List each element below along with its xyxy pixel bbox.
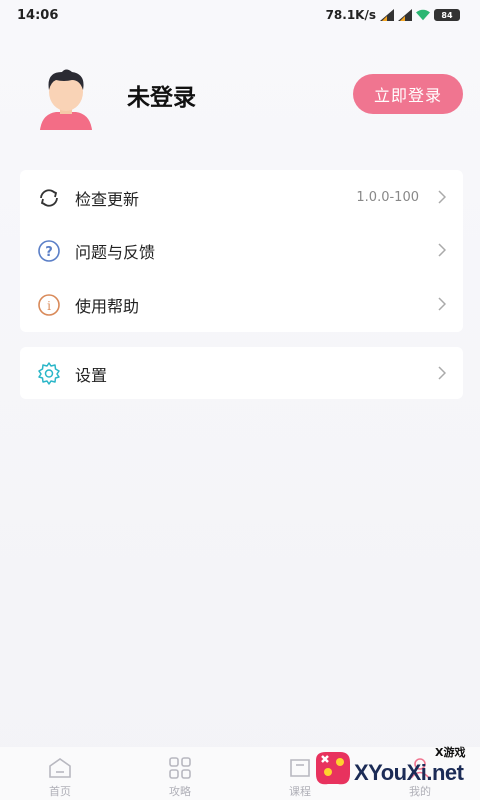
book-icon [290, 759, 310, 777]
menu-item-settings[interactable]: 设置 [20, 347, 463, 400]
tab-label: 首页 [49, 785, 71, 798]
login-button[interactable]: 立即登录 [353, 74, 463, 114]
menu-item-label: 使用帮助 [75, 296, 140, 316]
watermark: X游戏 XYouXi.net [312, 742, 480, 800]
watermark-site: XYouXi.net [354, 760, 464, 785]
info-icon: i [38, 294, 60, 316]
avatar[interactable] [36, 68, 96, 130]
watermark-small-text: X游戏 [435, 746, 466, 759]
status-indicators: 78.1K/s 84 [326, 8, 460, 22]
svg-text:i: i [47, 299, 51, 313]
signal-icon [380, 9, 394, 21]
tab-label: 攻略 [169, 785, 191, 798]
tab-label: 课程 [289, 785, 311, 798]
status-bar: 14:06 78.1K/s 84 [0, 0, 480, 32]
tab-home[interactable]: 首页 [30, 755, 90, 799]
menu-item-help[interactable]: i 使用帮助 [20, 278, 463, 331]
refresh-icon [40, 189, 58, 207]
menu-card: 检查更新 1.0.0-100 ? 问题与反馈 i 使用帮助 [20, 170, 463, 332]
chevron-right-icon [438, 297, 446, 311]
gamepad-logo-icon [316, 752, 350, 785]
network-speed: 78.1K/s [325, 8, 376, 22]
profile-header: 未登录 立即登录 [20, 40, 463, 160]
tab-guide[interactable]: 攻略 [150, 755, 210, 799]
settings-card: 设置 [20, 347, 463, 399]
battery-icon: 84 [434, 9, 460, 21]
username: 未登录 [127, 85, 196, 111]
version-value: 1.0.0-100 [356, 190, 419, 205]
chevron-right-icon [438, 243, 446, 257]
gear-icon [38, 362, 60, 385]
menu-item-label: 设置 [75, 365, 108, 385]
svg-text:?: ? [45, 245, 53, 260]
menu-item-feedback[interactable]: ? 问题与反馈 [20, 224, 463, 277]
home-icon [49, 758, 71, 778]
menu-item-label: 检查更新 [75, 189, 140, 209]
status-time: 14:06 [17, 8, 59, 23]
chevron-right-icon [438, 190, 446, 204]
signal-icon [398, 9, 412, 21]
chevron-right-icon [438, 366, 446, 380]
menu-item-check-update[interactable]: 检查更新 1.0.0-100 [20, 171, 463, 224]
wifi-icon [416, 9, 430, 21]
question-icon: ? [38, 240, 60, 262]
grid-icon [169, 757, 191, 779]
menu-item-label: 问题与反馈 [75, 242, 156, 262]
